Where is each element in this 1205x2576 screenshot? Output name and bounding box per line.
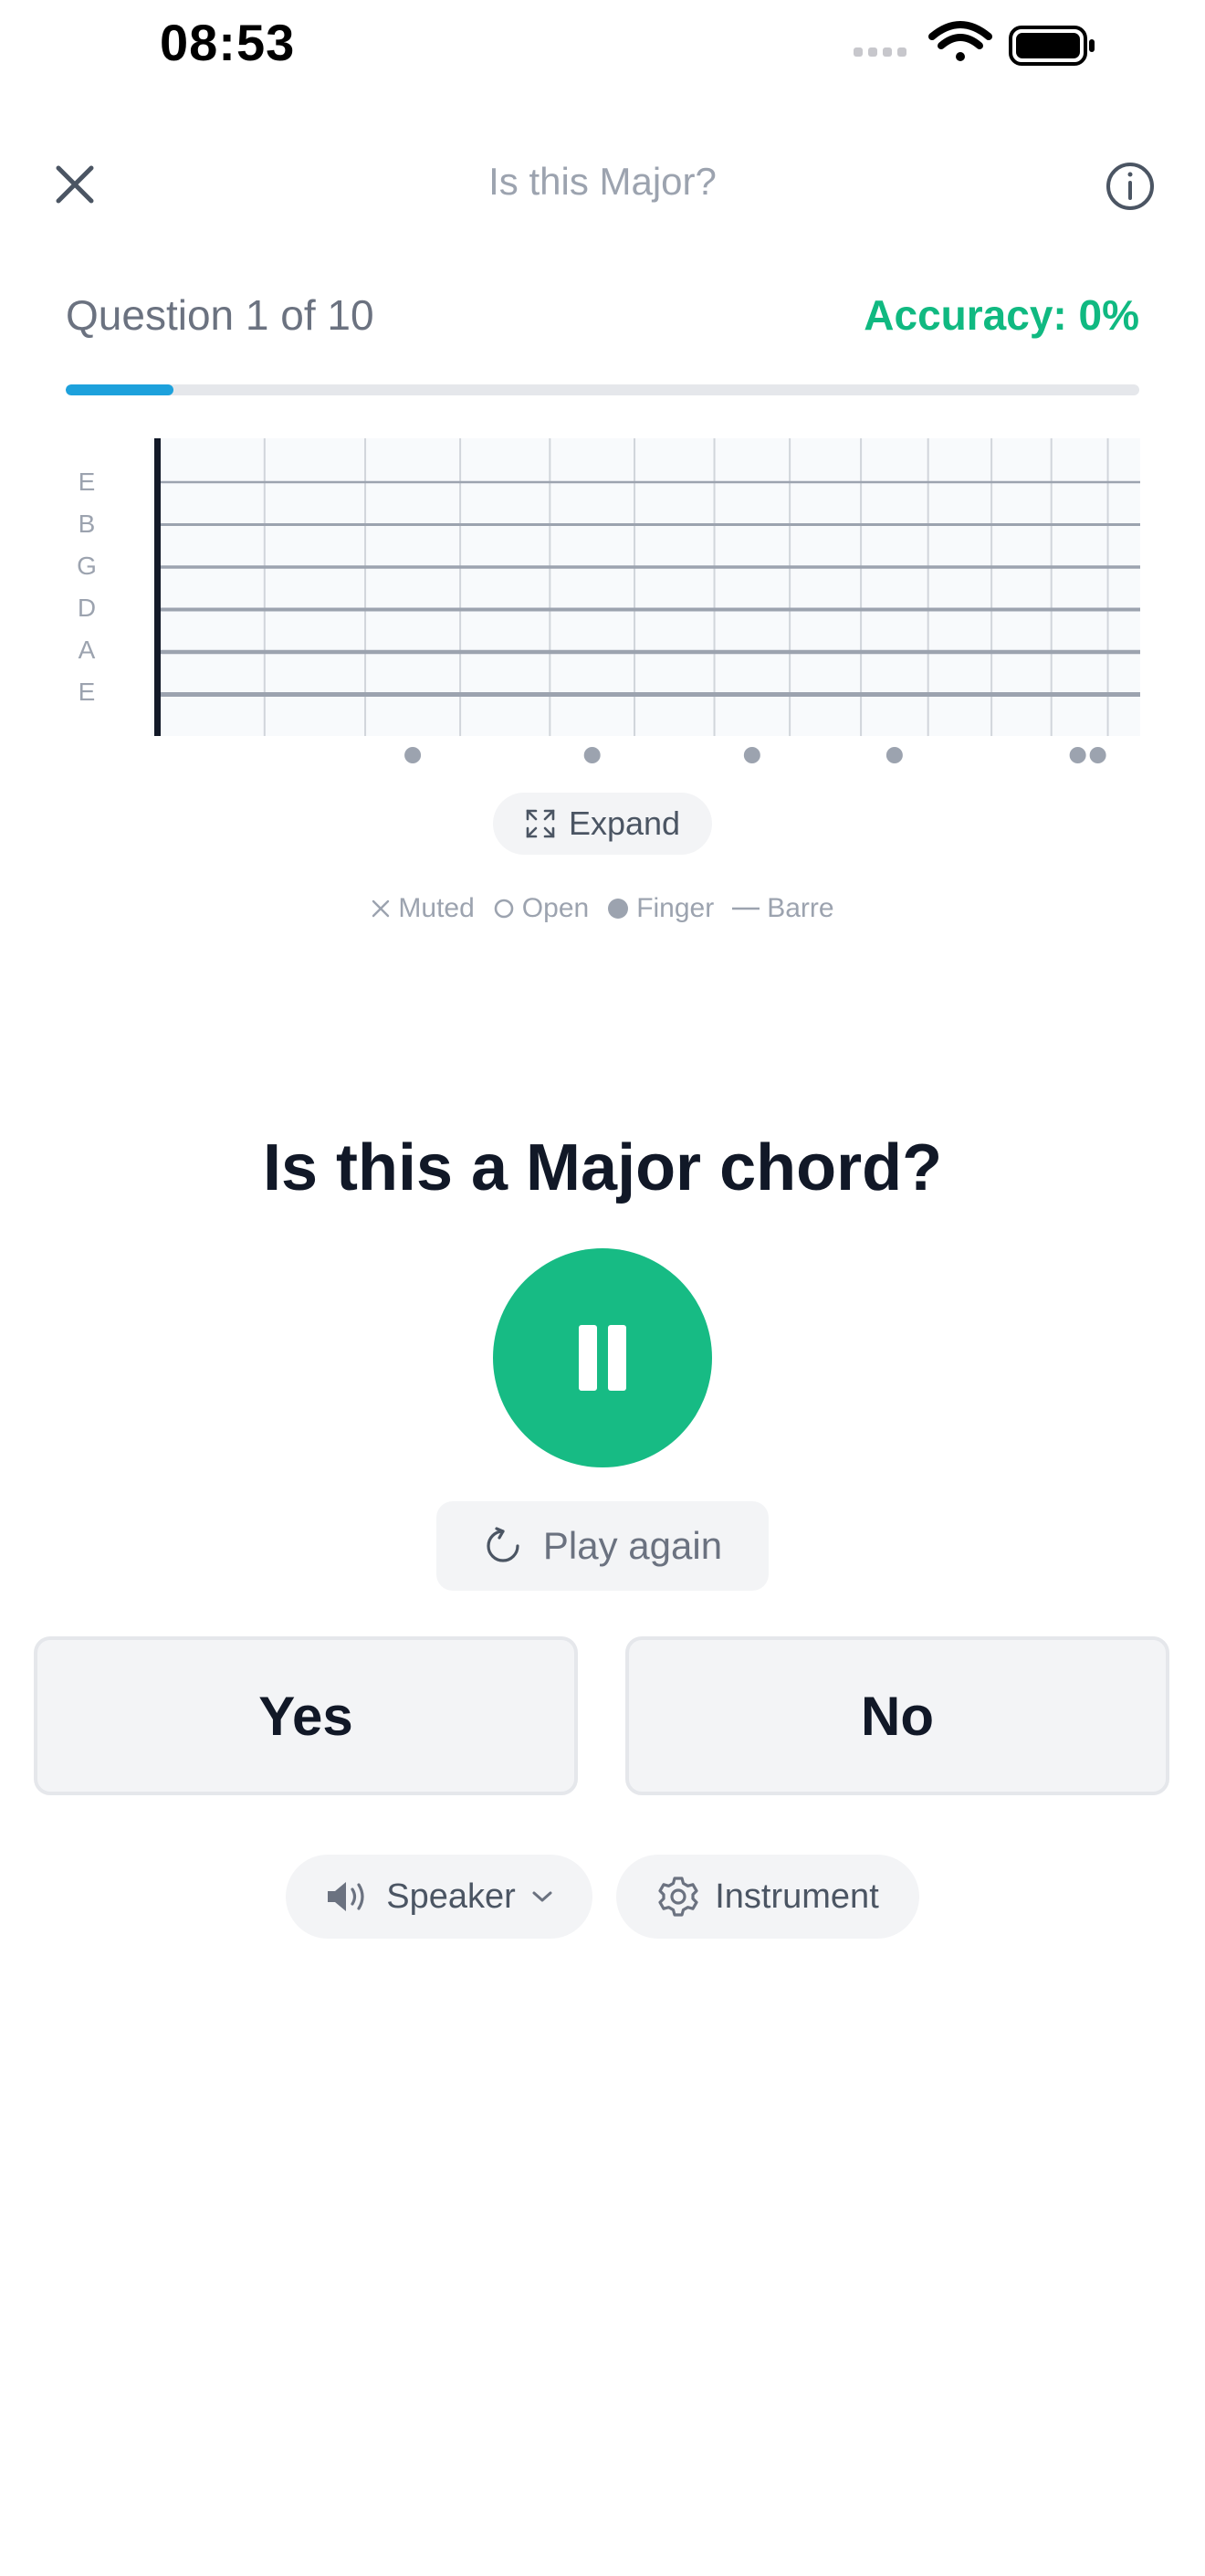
speaker-dropdown[interactable]: Speaker [286, 1855, 592, 1939]
fret-inlay-dot [1069, 747, 1086, 763]
string-label: E [78, 468, 96, 496]
barre-line-icon [732, 907, 760, 910]
status-time: 08:53 [160, 14, 296, 71]
nut [154, 438, 161, 736]
finger-dot-icon [608, 899, 629, 919]
progress-fill [66, 384, 173, 395]
no-button[interactable]: No [625, 1636, 1169, 1795]
question-counter: Question 1 of 10 [66, 291, 374, 339]
pause-button[interactable] [493, 1248, 712, 1467]
fretboard-diagram [151, 438, 1140, 763]
speaker-icon [328, 1882, 364, 1911]
pause-icon-bar [608, 1325, 626, 1391]
progress-bar [66, 384, 1139, 395]
speaker-label: Speaker [386, 1877, 516, 1916]
instrument-label: Instrument [715, 1877, 879, 1916]
muted-x-icon [372, 899, 390, 918]
cellular-signal-icon [854, 47, 906, 57]
info-icon [1106, 163, 1154, 210]
wifi-icon [928, 21, 992, 61]
legend-barre: Barre [732, 893, 834, 924]
legend-open: Open [493, 893, 589, 924]
string-labels: EBGDAE [73, 461, 100, 713]
string-label: A [78, 636, 96, 664]
fret-inlay-dot [743, 747, 760, 763]
open-circle-icon [494, 899, 514, 919]
question-prompt: Is this a Major chord? [262, 1131, 943, 1204]
battery-icon [1009, 26, 1095, 66]
fret-inlay-dot [583, 747, 601, 763]
status-icons [854, 21, 1095, 66]
expand-label: Expand [568, 804, 681, 842]
expand-icon [526, 809, 555, 838]
string-label: G [77, 552, 97, 580]
string-label: D [77, 594, 97, 622]
fret-inlay-dot [885, 747, 903, 763]
instrument-button[interactable]: Instrument [616, 1855, 919, 1939]
expand-button[interactable]: Expand [493, 793, 712, 855]
legend-finger: Finger [607, 893, 714, 924]
fretboard-legend: Muted Open Finger Barre [0, 893, 1205, 924]
fret-inlay-dot [1089, 747, 1106, 763]
play-again-label: Play again [542, 1524, 723, 1567]
pause-icon [579, 1325, 597, 1391]
string-label: B [78, 510, 96, 538]
page-title: Is this Major? [488, 160, 717, 203]
replay-icon [487, 1527, 519, 1562]
info-button[interactable] [1101, 157, 1159, 216]
string-label: E [78, 678, 96, 706]
yes-button[interactable]: Yes [34, 1636, 578, 1795]
accuracy-label: Accuracy: 0% [864, 291, 1139, 339]
gear-icon [658, 1877, 698, 1917]
chevron-down-icon [532, 1891, 552, 1902]
fret-inlay-dot [404, 747, 422, 763]
legend-muted: Muted [371, 893, 475, 924]
play-again-button[interactable]: Play again [436, 1501, 769, 1591]
